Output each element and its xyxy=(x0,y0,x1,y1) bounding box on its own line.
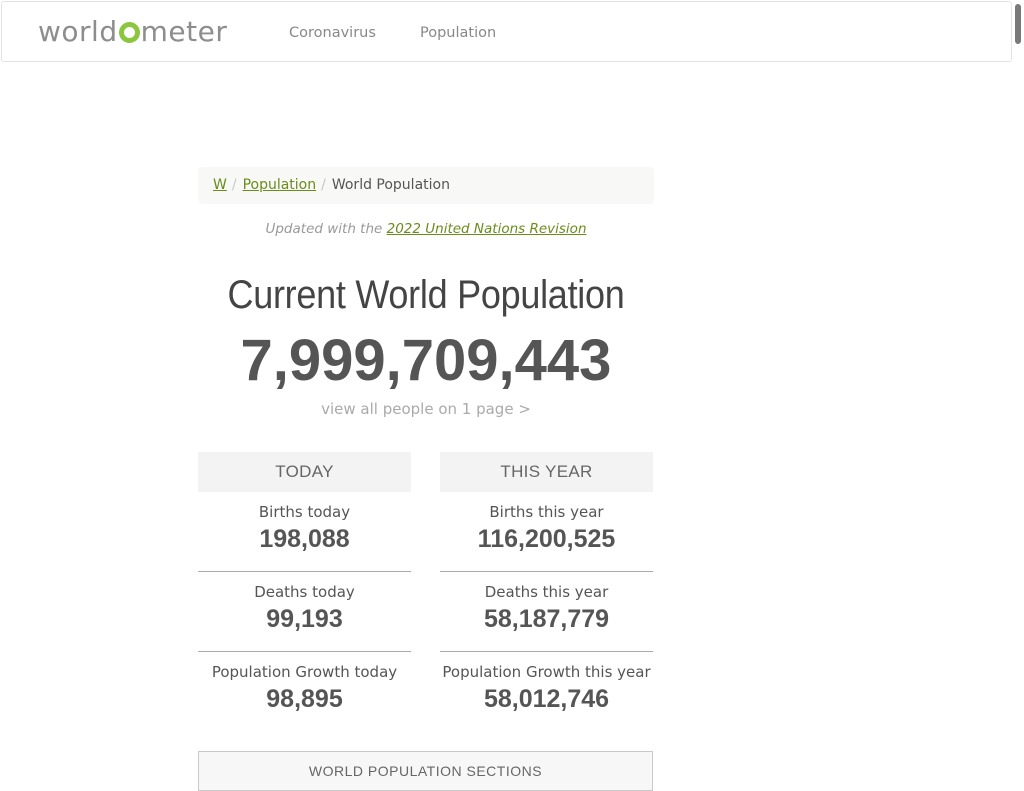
stat-label: Births this year xyxy=(489,503,604,521)
top-navbar: world meter Coronavirus Population xyxy=(1,1,1012,62)
scrollbar-track[interactable] xyxy=(1013,0,1024,768)
breadcrumb-separator: / xyxy=(231,177,237,193)
stat-value: 58,187,779 xyxy=(483,605,610,633)
breadcrumb: W / Population / World Population xyxy=(198,167,654,204)
today-stats-column: TODAY Births today 198,088 Deaths today … xyxy=(198,452,411,732)
world-population-sections-box: WORLD POPULATION SECTIONS xyxy=(198,751,653,791)
this-year-heading: THIS YEAR xyxy=(440,452,653,492)
breadcrumb-separator: / xyxy=(321,177,326,193)
stat-value: 116,200,525 xyxy=(477,525,616,553)
updated-note: Updated with the 2022 United Nations Rev… xyxy=(198,219,654,239)
logo-o-icon xyxy=(118,22,140,43)
stat-deaths-this-year: Deaths this year 58,187,779 xyxy=(440,572,653,652)
nav-link-coronavirus[interactable]: Coronavirus xyxy=(289,23,376,43)
stat-births-this-year: Births this year 116,200,525 xyxy=(440,492,653,572)
logo-text-start: world xyxy=(38,15,118,48)
stat-deaths-today: Deaths today 99,193 xyxy=(198,572,411,652)
stat-value: 198,088 xyxy=(259,525,350,553)
stat-growth-this-year: Population Growth this year 58,012,746 xyxy=(440,652,653,732)
today-heading: TODAY xyxy=(198,452,411,492)
breadcrumb-population-link[interactable]: Population xyxy=(243,177,317,193)
page-title: Current World Population xyxy=(227,273,625,317)
scrollbar-thumb[interactable] xyxy=(1015,4,1021,44)
sections-box-title: WORLD POPULATION SECTIONS xyxy=(308,763,543,779)
stat-label: Deaths this year xyxy=(484,583,609,601)
stat-label: Births today xyxy=(258,503,351,521)
stat-value: 58,012,746 xyxy=(483,685,610,713)
breadcrumb-current: World Population xyxy=(331,177,450,193)
nav-link-population[interactable]: Population xyxy=(420,23,496,43)
stat-label: Population Growth this year xyxy=(442,663,651,681)
stat-label: Population Growth today xyxy=(211,663,398,681)
stat-value: 98,895 xyxy=(266,685,343,713)
updated-prefix: Updated with the xyxy=(265,221,383,237)
stat-births-today: Births today 198,088 xyxy=(198,492,411,572)
this-year-stats-column: THIS YEAR Births this year 116,200,525 D… xyxy=(440,452,653,732)
stat-value: 99,193 xyxy=(266,605,343,633)
view-all-people-link[interactable]: view all people on 1 page > xyxy=(198,399,654,419)
breadcrumb-home-link[interactable]: W xyxy=(213,177,227,193)
stat-label: Deaths today xyxy=(254,583,355,601)
world-population-counter: 7,999,709,443 xyxy=(240,328,612,393)
un-revision-link[interactable]: 2022 United Nations Revision xyxy=(387,221,587,237)
stat-growth-today: Population Growth today 98,895 xyxy=(198,652,411,732)
logo-text-end: meter xyxy=(140,15,228,48)
worldometer-logo[interactable]: world meter xyxy=(38,14,227,50)
